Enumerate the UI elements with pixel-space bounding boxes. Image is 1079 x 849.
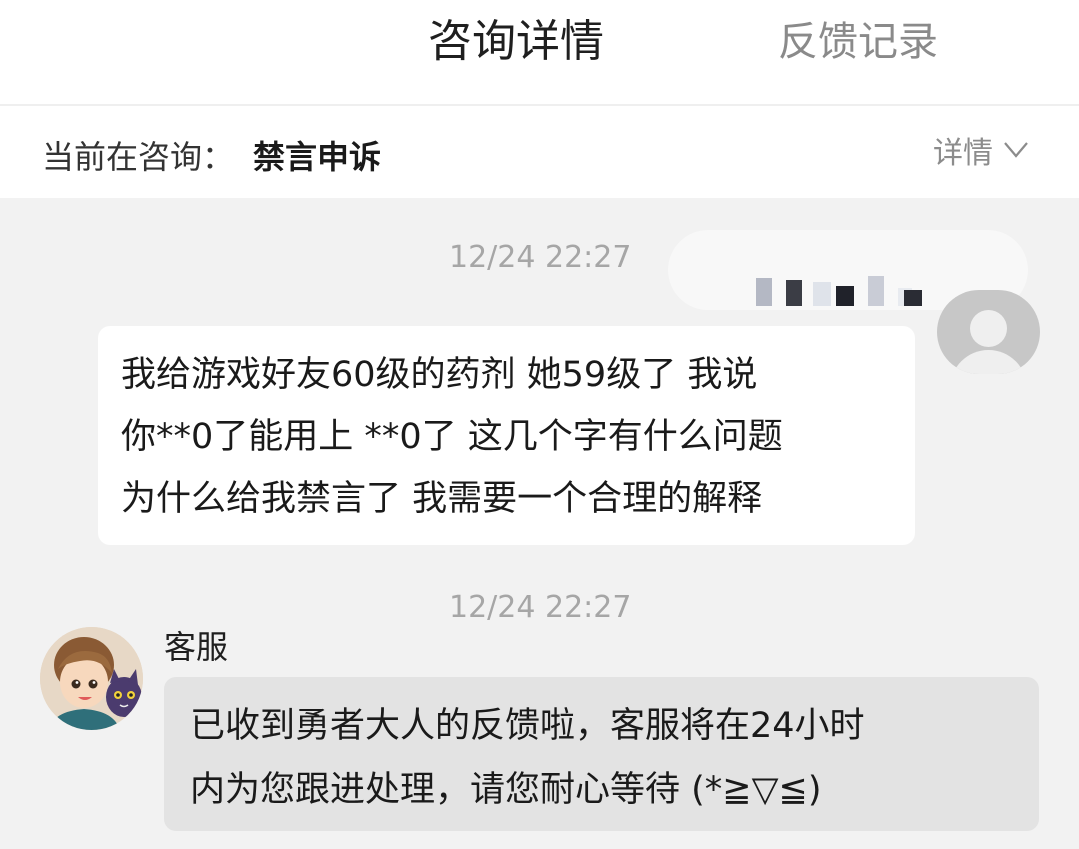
message-line: 你**0了能用上 **0了 这几个字有什么问题 (121, 417, 783, 457)
tab-consult-details[interactable]: 咨询详情 (428, 12, 604, 72)
agent-message-bubble: 已收到勇者大人的反馈啦，客服将在24小时 内为您跟进处理，请您耐心等待 (*≧▽… (164, 677, 1039, 831)
agent-avatar[interactable] (40, 627, 143, 730)
message-line: 为什么给我禁言了 我需要一个合理的解释 (121, 479, 763, 519)
user-avatar[interactable] (937, 290, 1040, 374)
message-line: 我给游戏好友60级的药剂 她59级了 我说 (121, 355, 758, 395)
message-line: 已收到勇者大人的反馈啦，客服将在24小时 (190, 706, 865, 746)
consult-topic: 禁言申诉 (253, 138, 382, 176)
user-message-bubble: 我给游戏好友60级的药剂 她59级了 我说 你**0了能用上 **0了 这几个字… (98, 326, 915, 545)
agent-name: 客服 (164, 628, 229, 666)
details-toggle[interactable]: 详情 (933, 130, 1029, 171)
details-label: 详情 (933, 136, 993, 171)
tab-feedback-records[interactable]: 反馈记录 (778, 12, 938, 72)
top-tab-bar: 咨询详情 反馈记录 (0, 0, 1079, 104)
consult-topic-prefix: 当前在咨询： (42, 138, 235, 176)
message-line: 内为您跟进处理，请您耐心等待 (*≧▽≦) (190, 770, 822, 810)
message-timestamp: 12/24 22:27 (449, 240, 632, 275)
message-timestamp: 12/24 22:27 (449, 590, 632, 625)
chevron-down-icon (1004, 142, 1028, 158)
consult-topic-bar: 当前在咨询： 禁言申诉 详情 (0, 106, 1079, 198)
